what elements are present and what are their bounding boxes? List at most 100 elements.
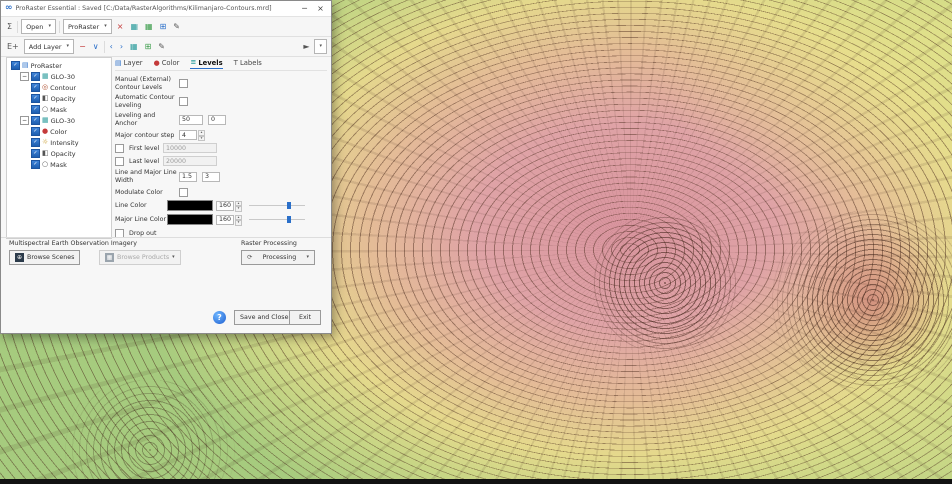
grid-icon[interactable]: ⊞	[143, 42, 154, 52]
anchor-input[interactable]	[208, 115, 226, 125]
color-tab-icon: ●	[154, 60, 160, 67]
sigma-expression-icon[interactable]: Σ	[5, 22, 14, 32]
tree-item-color[interactable]: ✓ ● Color	[7, 126, 111, 137]
tab-labels[interactable]: T Labels	[234, 59, 262, 68]
pointer-tool-icon[interactable]: ►	[301, 42, 311, 52]
view-mode-dropdown[interactable]: ▾	[314, 39, 327, 54]
delete-icon[interactable]: ×	[115, 22, 126, 32]
edit-icon[interactable]: ✎	[171, 22, 182, 32]
last-level-row: Last level	[115, 156, 327, 166]
open-label: Open	[26, 23, 43, 31]
mawenzi-peak-contours	[768, 210, 952, 390]
automatic-contour-row: Automatic Contour Leveling	[115, 94, 327, 109]
add-layer-dropdown[interactable]: Add Layer ▾	[24, 39, 74, 54]
minimize-button[interactable]: ─	[298, 2, 311, 15]
collapse-icon[interactable]: −	[20, 72, 29, 81]
tree-item-intensity[interactable]: ✓ ☼ Intensity	[7, 137, 111, 148]
modulate-color-checkbox[interactable]	[179, 188, 188, 197]
line-color-alpha-input[interactable]	[216, 201, 234, 211]
visibility-checkbox[interactable]: ✓	[31, 83, 40, 92]
close-button[interactable]: ×	[314, 2, 327, 15]
tree-item-glo30-1[interactable]: − ✓ ▦ GLO-30	[7, 71, 111, 82]
navigate-back-icon[interactable]: ‹	[108, 42, 115, 52]
expression-add-icon[interactable]: E+	[5, 42, 21, 52]
separator	[17, 21, 18, 33]
tree-item-opacity-2[interactable]: ✓ ◧ Opacity	[7, 148, 111, 159]
manual-contour-checkbox[interactable]	[179, 79, 188, 88]
line-color-row: Line Color ▴ ▾	[115, 200, 327, 211]
workspace-dropdown[interactable]: ProRaster ▾	[63, 19, 112, 34]
last-level-checkbox[interactable]	[115, 157, 124, 166]
drop-out-label: Drop out	[129, 230, 156, 237]
processing-icon: ⟳	[247, 254, 252, 261]
tree-item-label: Opacity	[51, 95, 76, 103]
tree-item-mask-1[interactable]: ✓ ○ Mask	[7, 104, 111, 115]
major-line-color-swatch[interactable]	[167, 214, 213, 225]
visibility-checkbox[interactable]: ✓	[31, 94, 40, 103]
visibility-checkbox[interactable]: ✓	[31, 116, 40, 125]
browse-scenes-button[interactable]: ⊕ Browse Scenes	[9, 250, 80, 265]
move-layer-down-icon[interactable]: ∨	[91, 42, 101, 52]
palette-icon[interactable]: ▦	[128, 22, 140, 32]
visibility-checkbox[interactable]: ✓	[31, 160, 40, 169]
line-color-alpha-slider[interactable]	[249, 201, 305, 211]
collapse-icon[interactable]: −	[20, 116, 29, 125]
automatic-contour-checkbox[interactable]	[179, 97, 188, 106]
major-line-color-alpha-input[interactable]	[216, 215, 234, 225]
properties-panel: ▤ Layer ● Color ≡ Levels T Labels Manual…	[115, 57, 327, 235]
tree-item-label: Mask	[50, 106, 67, 114]
line-color-alpha-spinner[interactable]: ▴ ▾	[235, 201, 242, 211]
table-icon[interactable]: ▦	[143, 22, 155, 32]
first-level-checkbox[interactable]	[115, 144, 124, 153]
tab-layer[interactable]: ▤ Layer	[115, 59, 143, 68]
tree-item-contour[interactable]: ✓ ◎ Contour	[7, 82, 111, 93]
main-toolbar: Σ Open ▾ ProRaster ▾ × ▦ ▦ ⊞ ✎	[1, 17, 331, 37]
major-step-input[interactable]	[179, 130, 197, 140]
open-dropdown[interactable]: Open ▾	[21, 19, 56, 34]
leveling-anchor-label: Leveling and Anchor	[115, 112, 179, 127]
chevron-down-icon: ▾	[48, 24, 51, 29]
exit-button[interactable]: Exit	[289, 310, 321, 325]
tree-item-glo30-2[interactable]: − ✓ ▦ GLO-30	[7, 115, 111, 126]
browse-products-button[interactable]: ▦ Browse Products ▾	[99, 250, 181, 265]
major-step-spinner[interactable]: ▴ ▾	[198, 130, 205, 140]
raster-icon: ▦	[42, 73, 49, 80]
tree-item-mask-2[interactable]: ✓ ○ Mask	[7, 159, 111, 170]
visibility-checkbox[interactable]: ✓	[31, 149, 40, 158]
tree-item-root[interactable]: ✓ ▤ ProRaster	[7, 60, 111, 71]
major-line-color-label: Major Line Color	[115, 216, 167, 224]
leveling-input[interactable]	[179, 115, 203, 125]
first-level-input[interactable]	[163, 143, 217, 153]
visibility-checkbox[interactable]: ✓	[31, 138, 40, 147]
window-title: ProRaster Essential : Saved [C:/Data/Ras…	[16, 5, 296, 12]
visibility-checkbox[interactable]: ✓	[31, 72, 40, 81]
grid-icon[interactable]: ⊞	[158, 22, 169, 32]
spin-down-icon[interactable]: ▾	[198, 136, 205, 142]
navigate-forward-icon[interactable]: ›	[118, 42, 125, 52]
remove-layer-icon[interactable]: −	[77, 42, 88, 52]
visibility-checkbox[interactable]: ✓	[11, 61, 20, 70]
line-width-input[interactable]	[179, 172, 197, 182]
spin-down-icon[interactable]: ▾	[235, 206, 242, 212]
edit-icon[interactable]: ✎	[156, 42, 167, 52]
section-divider	[1, 237, 331, 238]
visibility-checkbox[interactable]: ✓	[31, 127, 40, 136]
panel-tabs: ▤ Layer ● Color ≡ Levels T Labels	[115, 57, 327, 71]
processing-dropdown[interactable]: ⟳ Processing ▾	[241, 250, 315, 265]
processing-label: Processing	[263, 254, 297, 261]
line-color-swatch[interactable]	[167, 200, 213, 211]
tab-levels[interactable]: ≡ Levels	[190, 59, 222, 69]
save-and-close-button[interactable]: Save and Close	[234, 310, 294, 325]
help-button[interactable]: ?	[213, 311, 226, 324]
tree-item-opacity-1[interactable]: ✓ ◧ Opacity	[7, 93, 111, 104]
major-line-width-input[interactable]	[202, 172, 220, 182]
table-icon[interactable]: ▦	[128, 42, 140, 52]
last-level-input[interactable]	[163, 156, 217, 166]
major-line-color-alpha-slider[interactable]	[249, 215, 305, 225]
major-line-color-alpha-spinner[interactable]: ▴ ▾	[235, 215, 242, 225]
visibility-checkbox[interactable]: ✓	[31, 105, 40, 114]
spin-down-icon[interactable]: ▾	[235, 220, 242, 226]
window-titlebar[interactable]: ∞ ProRaster Essential : Saved [C:/Data/R…	[1, 1, 331, 17]
tree-item-label: Opacity	[51, 150, 76, 158]
tab-color[interactable]: ● Color	[154, 59, 180, 68]
